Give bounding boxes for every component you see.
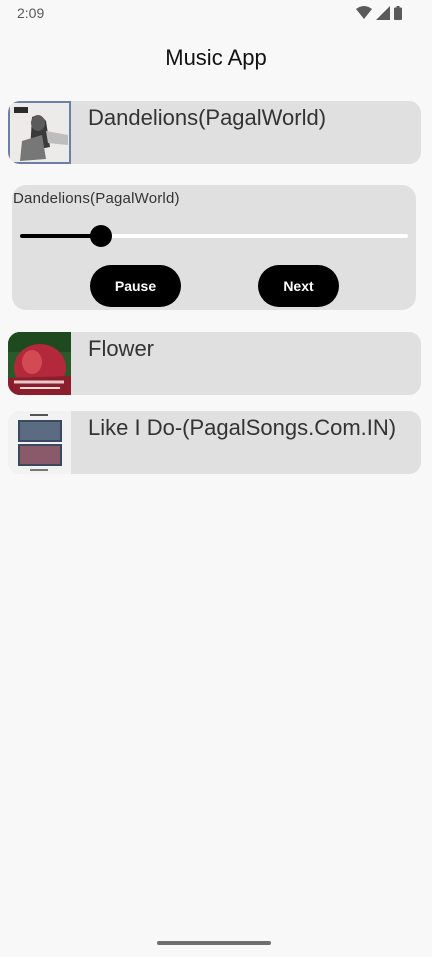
album-art-like-i-do xyxy=(8,411,71,474)
battery-icon xyxy=(394,6,402,25)
album-art-dandelions xyxy=(8,101,71,164)
song-title: Flower xyxy=(88,336,155,361)
song-item-dandelions[interactable]: Dandelions(PagalWorld) xyxy=(8,101,421,164)
status-time: 2:09 xyxy=(17,5,45,21)
wifi-icon xyxy=(356,6,372,25)
cell-signal-icon xyxy=(376,6,390,25)
album-art-flower xyxy=(8,332,71,395)
player-card: Dandelions(PagalWorld) Pause Next xyxy=(12,185,416,310)
gesture-nav-handle[interactable] xyxy=(157,941,271,945)
slider-thumb[interactable] xyxy=(90,225,113,247)
next-button[interactable]: Next xyxy=(258,265,339,307)
app-title: Music App xyxy=(165,45,267,70)
song-item-flower[interactable]: Flower xyxy=(8,332,421,395)
song-title: Like I Do-(PagalSongs.Com.IN) xyxy=(88,415,397,440)
slider-fill xyxy=(20,234,102,238)
pause-button[interactable]: Pause xyxy=(90,265,181,307)
song-title: Dandelions(PagalWorld) xyxy=(88,105,327,130)
now-playing-title: Dandelions(PagalWorld) xyxy=(13,190,180,207)
status-bar: 2:09 xyxy=(0,0,432,28)
status-icons xyxy=(356,6,402,25)
progress-slider[interactable] xyxy=(20,225,408,247)
song-item-like-i-do[interactable]: Like I Do-(PagalSongs.Com.IN) xyxy=(8,411,421,474)
